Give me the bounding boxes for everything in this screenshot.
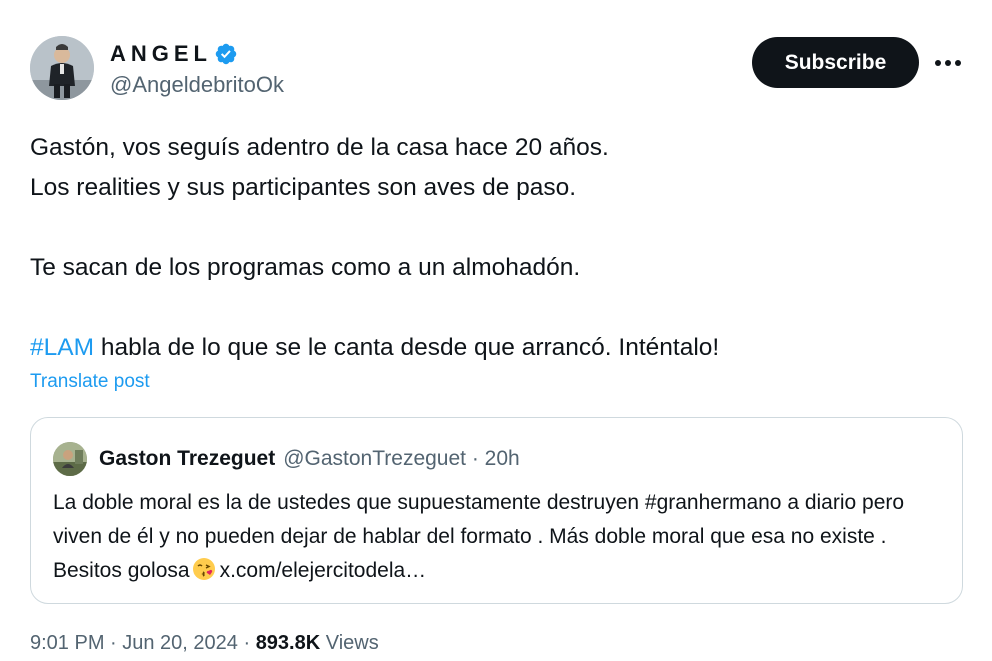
- quoted-post[interactable]: Gaston Trezeguet @GastonTrezeguet · 20h …: [30, 417, 963, 604]
- face-blowing-kiss-icon: [192, 558, 215, 580]
- views-label: Views: [320, 632, 379, 654]
- post-line-4: #LAM habla de lo que se le canta desde q…: [30, 328, 960, 368]
- post-line-3: Te sacan de los programas como a un almo…: [30, 254, 581, 281]
- post-timestamp[interactable]: 9:01 PM · Jun 20, 2024 ·: [30, 632, 256, 654]
- author-name-row[interactable]: ANGEL: [110, 40, 238, 68]
- more-horizontal-icon: [935, 60, 961, 66]
- profile-photo-icon: [30, 36, 94, 100]
- post-card: ANGEL @AngeldebritoOk Subscribe Gastón, …: [0, 0, 992, 661]
- quoted-profile-photo-icon: [53, 442, 87, 476]
- quoted-author-handle-time: @GastonTrezeguet · 20h: [283, 447, 520, 470]
- post-line-4-text: habla de lo que se le canta desde que ar…: [94, 334, 720, 361]
- subscribe-button[interactable]: Subscribe: [752, 37, 919, 88]
- quoted-post-text: La doble moral es la de ustedes que supu…: [53, 486, 953, 588]
- post-line-1: Gastón, vos seguís adentro de la casa ha…: [30, 134, 609, 161]
- post-metadata: 9:01 PM · Jun 20, 2024 · 893.8K Views: [30, 632, 379, 655]
- quoted-text-body: La doble moral es la de ustedes que supu…: [53, 491, 905, 582]
- quoted-link[interactable]: x.com/elejercitodela…: [220, 559, 427, 582]
- author-handle[interactable]: @AngeldebritoOk: [110, 72, 284, 98]
- author-avatar[interactable]: [30, 36, 94, 100]
- quoted-author-avatar: [53, 442, 87, 476]
- translate-post-link[interactable]: Translate post: [30, 371, 150, 393]
- post-text: Gastón, vos seguís adentro de la casa ha…: [30, 128, 960, 368]
- verified-badge-icon: [215, 43, 237, 65]
- hashtag-link[interactable]: #LAM: [30, 334, 94, 361]
- quoted-post-header: Gaston Trezeguet @GastonTrezeguet · 20h: [53, 442, 520, 476]
- post-line-2: Los realities y sus participantes son av…: [30, 174, 577, 201]
- author-display-name[interactable]: ANGEL: [110, 41, 212, 67]
- quoted-author-name: Gaston Trezeguet: [99, 447, 276, 470]
- views-count: 893.8K: [255, 632, 321, 654]
- more-options-button[interactable]: [930, 46, 966, 80]
